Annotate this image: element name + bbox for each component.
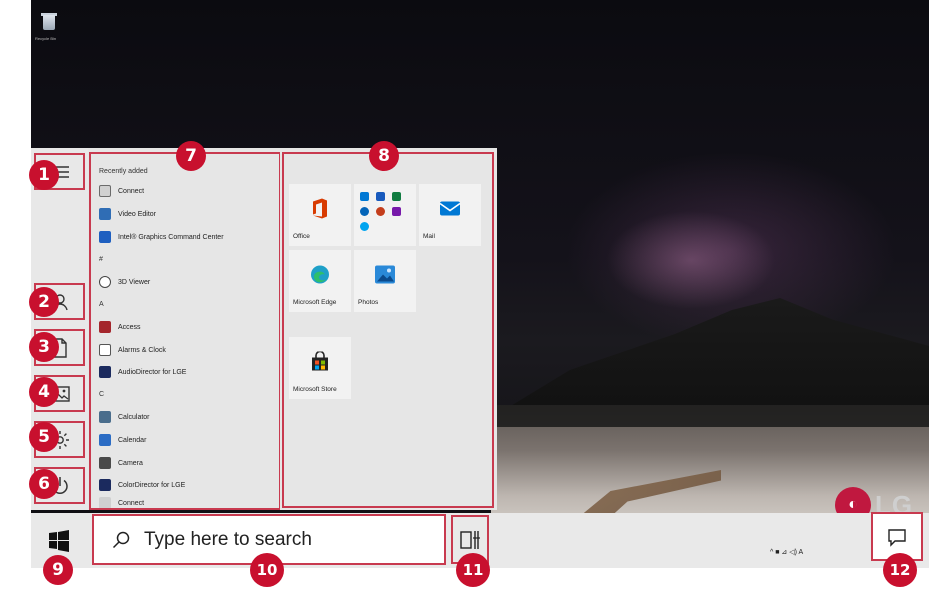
intel-graphics-icon xyxy=(99,231,111,243)
tile-label: Microsoft Store xyxy=(293,386,337,393)
list-item[interactable]: Connect xyxy=(99,182,144,200)
app-label: Connect xyxy=(118,499,145,507)
tile-label: Office xyxy=(293,233,310,240)
list-item[interactable]: Camera xyxy=(99,454,143,472)
callout-9: 9 xyxy=(43,555,73,585)
list-item[interactable]: Video Editor xyxy=(99,205,156,223)
app-label: 3D Viewer xyxy=(118,278,151,286)
calendar-icon xyxy=(99,434,111,446)
app-label: ColorDirector for LGE xyxy=(118,481,186,489)
task-view-icon xyxy=(460,530,480,549)
search-icon xyxy=(112,531,130,548)
office-icon xyxy=(310,198,330,225)
tile-office-apps[interactable] xyxy=(354,184,416,246)
tile-label: Photos xyxy=(358,299,379,306)
tile-label: Mail xyxy=(423,233,435,240)
callout-2: 2 xyxy=(29,287,59,317)
search-placeholder: Type here to search xyxy=(144,528,312,550)
recycle-bin-label: Recycle Bin xyxy=(35,36,57,41)
list-item[interactable]: Intel® Graphics Command Center xyxy=(99,228,224,246)
app-label: Camera xyxy=(118,459,143,467)
system-tray[interactable]: ^ ■ ⊿ ◁) A xyxy=(770,548,803,556)
connect-icon xyxy=(99,185,111,197)
callout-8: 8 xyxy=(369,141,399,171)
list-item[interactable]: AudioDirector for LGE xyxy=(99,363,186,381)
callout-6: 6 xyxy=(29,469,59,499)
tile-office[interactable]: Office xyxy=(289,184,351,246)
callout-1: 1 xyxy=(29,160,59,190)
wallpaper-lake-shadow xyxy=(491,405,929,427)
edge-icon xyxy=(309,264,331,291)
camera-icon xyxy=(99,457,111,469)
store-icon xyxy=(310,350,330,377)
wallpaper-mountain xyxy=(491,298,929,418)
app-label: Alarms & Clock xyxy=(118,346,166,354)
app-label: Video Editor xyxy=(118,210,157,218)
connect-icon xyxy=(99,497,111,508)
windows-logo-icon xyxy=(49,530,69,552)
callout-10: 10 xyxy=(250,553,284,587)
colordirector-icon xyxy=(99,479,111,491)
tile-label: Microsoft Edge xyxy=(293,299,337,306)
letter-header[interactable]: C xyxy=(99,391,104,398)
callout-12: 12 xyxy=(883,553,917,587)
app-label: Access xyxy=(118,323,141,331)
mail-icon xyxy=(439,200,461,223)
app-label: Intel® Graphics Command Center xyxy=(118,233,224,241)
list-item[interactable]: Connect xyxy=(99,494,144,508)
letter-header[interactable]: # xyxy=(99,256,103,263)
tile-store[interactable]: Microsoft Store xyxy=(289,337,351,399)
tile-edge[interactable]: Microsoft Edge xyxy=(289,250,351,312)
calculator-icon xyxy=(99,411,111,423)
callout-3: 3 xyxy=(29,332,59,362)
tile-mail[interactable]: Mail xyxy=(419,184,481,246)
app-list[interactable]: Recently added Connect Video Editor Inte… xyxy=(93,154,279,508)
list-item[interactable]: Calculator xyxy=(99,408,150,426)
app-label: AudioDirector for LGE xyxy=(118,368,187,376)
recycle-bin-icon[interactable] xyxy=(40,12,58,32)
photos-icon xyxy=(374,265,396,290)
list-item[interactable]: Access xyxy=(99,318,141,336)
app-label: Connect xyxy=(118,187,145,195)
pinned-tiles-area: Office Mail Microsoft Edge Photos Micros… xyxy=(286,154,491,506)
app-label: Calendar xyxy=(118,436,147,444)
alarms-clock-icon xyxy=(99,344,111,356)
list-item[interactable]: Calendar xyxy=(99,431,146,449)
callout-11: 11 xyxy=(456,553,490,587)
letter-header[interactable]: A xyxy=(99,301,104,308)
app-label: Calculator xyxy=(118,413,150,421)
list-item[interactable]: Alarms & Clock xyxy=(99,341,166,359)
callout-7: 7 xyxy=(176,141,206,171)
video-editor-icon xyxy=(99,208,111,220)
list-item[interactable]: ColorDirector for LGE xyxy=(99,476,185,494)
access-icon xyxy=(99,321,111,333)
tile-photos[interactable]: Photos xyxy=(354,250,416,312)
notification-icon xyxy=(888,528,906,547)
audiodirector-icon xyxy=(99,366,111,378)
callout-5: 5 xyxy=(29,422,59,452)
screenshot-root: Recycle Bin ◐ LG Recently added Connect … xyxy=(0,0,929,594)
3d-viewer-icon xyxy=(99,276,111,288)
list-item[interactable]: 3D Viewer xyxy=(99,273,150,291)
callout-4: 4 xyxy=(29,377,59,407)
recently-added-header: Recently added xyxy=(99,168,148,175)
